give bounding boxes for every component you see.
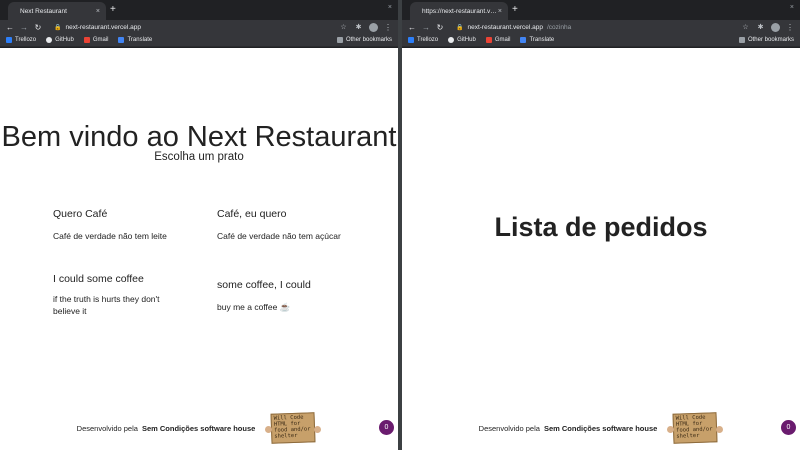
menu-card[interactable]: Café, eu quero Café de verdade não tem a… — [217, 208, 347, 242]
menu-card[interactable]: some coffee, I could buy me a coffee ☕ — [217, 279, 347, 313]
card-title: some coffee, I could — [217, 279, 311, 291]
sign-text: Will Code HTML for food and/or shelter — [675, 414, 713, 440]
menu-icon[interactable]: ⋮ — [786, 23, 794, 32]
bookmark-label: Gmail — [494, 37, 511, 43]
new-tab-button[interactable]: + — [512, 3, 518, 17]
address-bar[interactable]: 🔒 next-restaurant.vercel.app/cozinha — [450, 22, 735, 33]
page-title: Lista de pedidos — [494, 212, 708, 242]
profile-avatar[interactable] — [369, 22, 378, 32]
tab-strip: Next Restaurant × + × — [0, 0, 398, 20]
page-content: Lista de pedidos Desenvolvido pela Sem C… — [402, 48, 800, 450]
screen: Next Restaurant × + × ← → ↻ 🔒 next-resta… — [0, 0, 800, 450]
will-code-for-food-sign-image: Will Code HTML for food and/or shelter — [265, 412, 322, 444]
window-close-icon[interactable]: × — [388, 4, 392, 11]
bookmark-gmail[interactable]: Gmail — [83, 37, 109, 43]
menu-icon[interactable]: ⋮ — [384, 23, 392, 32]
card-title: Quero Café — [53, 208, 108, 220]
tab-cozinha[interactable]: https://next-restaurant.verce × — [410, 2, 508, 20]
browser-toolbar: ← → ↻ 🔒 next-restaurant.vercel.app ☆ ✱ ⋮ — [0, 20, 398, 34]
bookmark-translate[interactable]: Translate — [118, 37, 152, 43]
trellozo-icon — [6, 37, 12, 43]
site-footer: Desenvolvido pela Sem Condições software… — [0, 410, 398, 446]
bookmark-label: Gmail — [92, 37, 109, 43]
other-bookmarks[interactable]: Other bookmarks — [336, 37, 392, 43]
bookmark-trellozo[interactable]: Trellozo — [408, 37, 438, 43]
notification-badge[interactable]: 0 — [781, 420, 796, 435]
gmail-icon — [485, 37, 492, 43]
other-bookmarks[interactable]: Other bookmarks — [738, 37, 794, 43]
footer-prefix: Desenvolvido pela — [76, 423, 138, 433]
page-subtitle: Escolha um prato — [154, 151, 244, 163]
bookmark-label: GitHub — [457, 37, 476, 43]
bookmark-translate[interactable]: Translate — [520, 37, 554, 43]
notification-badge[interactable]: 0 — [379, 420, 394, 435]
folder-icon — [336, 37, 343, 43]
tab-title: https://next-restaurant.verce — [422, 7, 498, 15]
card-description: Café de verdade não tem açúcar — [217, 231, 341, 241]
tab-close-icon[interactable]: × — [96, 8, 100, 15]
bookmarks-bar: Trellozo GitHub Gmail Translate Other bo… — [402, 34, 800, 47]
bookmark-label: Trellozo — [15, 37, 37, 43]
bookmark-github[interactable]: GitHub — [46, 37, 74, 43]
card-description: if the truth is hurts they don't believe… — [53, 294, 160, 316]
github-icon — [46, 37, 53, 43]
card-title: Café, eu quero — [217, 208, 287, 220]
url-path: /cozinha — [547, 23, 572, 31]
translate-icon — [118, 37, 125, 43]
bookmarks-bar: Trellozo GitHub Gmail Translate Other bo… — [0, 34, 398, 47]
extension-icon[interactable]: ✱ — [354, 23, 363, 31]
bookmark-label: Translate — [127, 37, 153, 43]
lock-icon: 🔒 — [456, 24, 464, 31]
url-host: next-restaurant.vercel.app — [65, 23, 141, 31]
tab-strip: https://next-restaurant.verce × + × — [402, 0, 800, 20]
other-bookmarks-label: Other bookmarks — [345, 37, 392, 43]
card-title: I could some coffee — [53, 273, 144, 285]
bookmark-label: Translate — [529, 37, 555, 43]
browser-window-right: https://next-restaurant.verce × + × ← → … — [402, 0, 800, 450]
tab-close-icon[interactable]: × — [498, 8, 502, 15]
lock-icon: 🔒 — [54, 24, 62, 31]
window-close-icon[interactable]: × — [790, 4, 794, 11]
page-title: Bem vindo ao Next Restaurant — [1, 121, 397, 153]
trellozo-icon — [408, 37, 414, 43]
translate-icon — [520, 37, 527, 43]
menu-card[interactable]: Quero Café Café de verdade não tem leite — [53, 208, 183, 242]
profile-avatar[interactable] — [771, 22, 780, 32]
footer-company: Sem Condições software house — [141, 423, 256, 433]
bookmark-label: Trellozo — [417, 37, 439, 43]
back-icon[interactable]: ← — [6, 23, 14, 32]
gmail-icon — [83, 37, 90, 43]
footer-prefix: Desenvolvido pela — [478, 423, 540, 433]
bookmark-star-icon[interactable]: ☆ — [741, 23, 750, 31]
will-code-for-food-sign-image: Will Code HTML for food and/or shelter — [667, 412, 724, 444]
footer-company: Sem Condições software house — [543, 423, 658, 433]
site-footer: Desenvolvido pela Sem Condições software… — [402, 410, 800, 446]
folder-icon — [738, 37, 745, 43]
forward-icon[interactable]: → — [20, 23, 28, 32]
bookmark-gmail[interactable]: Gmail — [485, 37, 511, 43]
url-host: next-restaurant.vercel.app — [467, 23, 543, 31]
github-icon — [448, 37, 455, 43]
bookmark-star-icon[interactable]: ☆ — [339, 23, 348, 31]
tab-title: Next Restaurant — [20, 7, 67, 15]
bookmark-github[interactable]: GitHub — [448, 37, 476, 43]
tab-next-restaurant[interactable]: Next Restaurant × — [8, 2, 106, 20]
reload-icon[interactable]: ↻ — [436, 23, 444, 32]
forward-icon[interactable]: → — [422, 23, 430, 32]
bookmark-label: GitHub — [55, 37, 74, 43]
other-bookmarks-label: Other bookmarks — [747, 37, 794, 43]
bookmark-trellozo[interactable]: Trellozo — [6, 37, 36, 43]
browser-window-left: Next Restaurant × + × ← → ↻ 🔒 next-resta… — [0, 0, 398, 450]
sign-text: Will Code HTML for food and/or shelter — [273, 414, 311, 440]
card-description: buy me a coffee ☕ — [217, 302, 291, 312]
browser-toolbar: ← → ↻ 🔒 next-restaurant.vercel.app/cozin… — [402, 20, 800, 34]
new-tab-button[interactable]: + — [110, 3, 116, 17]
card-description: Café de verdade não tem leite — [53, 231, 167, 241]
reload-icon[interactable]: ↻ — [34, 23, 42, 32]
extension-icon[interactable]: ✱ — [756, 23, 765, 31]
page-content: Bem vindo ao Next Restaurant Escolha um … — [0, 48, 398, 450]
address-bar[interactable]: 🔒 next-restaurant.vercel.app — [48, 22, 333, 33]
back-icon[interactable]: ← — [408, 23, 416, 32]
menu-card[interactable]: I could some coffee if the truth is hurt… — [53, 273, 171, 317]
